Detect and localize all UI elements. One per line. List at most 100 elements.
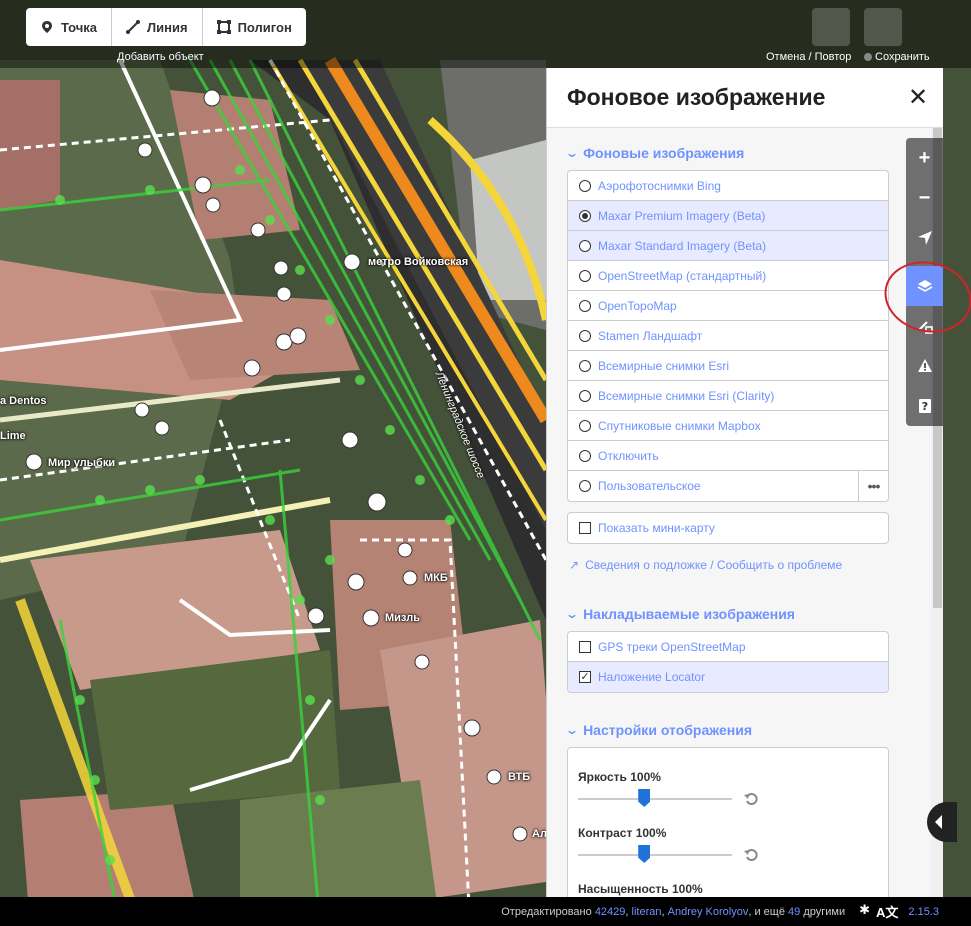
top-toolbar: Точка Линия Полигон Добавить объект Отме… xyxy=(0,0,971,68)
radio-button[interactable] xyxy=(579,419,591,432)
background-item-esri-clarity[interactable]: Всемирные снимки Esri (Clarity) xyxy=(568,381,888,411)
background-item-opentopomap[interactable]: OpenTopoMap xyxy=(568,291,888,321)
attribution-prefix: Отредактировано xyxy=(501,905,592,918)
checkbox[interactable] xyxy=(579,522,591,534)
saturation-value: 100% xyxy=(672,882,703,896)
slider-thumb[interactable] xyxy=(638,845,651,863)
display-options: Яркость 100% Контраст 100% Насыщенность … xyxy=(567,747,889,897)
external-link-icon: ↗ xyxy=(569,558,580,572)
layer-label: OpenStreetMap (стандартный) xyxy=(598,268,767,283)
bug-icon[interactable]: ✱ xyxy=(859,902,870,921)
chevron-down-icon: ⌄ xyxy=(564,723,580,737)
add-point-label: Точка xyxy=(61,19,98,35)
footer-bar: Отредактировано 42429, literan, Andrey K… xyxy=(0,897,971,926)
attribution-suffix: другими xyxy=(803,905,846,918)
background-layer-list: Аэрофотоснимки Bing Maxar Premium Imager… xyxy=(567,170,889,502)
background-item-stamen[interactable]: Stamen Ландшафт xyxy=(568,321,888,351)
save-button[interactable] xyxy=(864,8,902,46)
reset-icon[interactable] xyxy=(744,848,758,862)
map-label-dentos[interactable]: a Dentos xyxy=(0,395,46,407)
layer-label: Stamen Ландшафт xyxy=(598,328,703,343)
zoom-out-icon[interactable]: − xyxy=(906,178,943,218)
background-item-maxar-premium[interactable]: Maxar Premium Imagery (Beta) xyxy=(568,201,888,231)
overlay-item-locator[interactable]: ✓ Наложение Locator xyxy=(568,662,888,692)
background-item-custom[interactable]: Пользовательское ••• xyxy=(568,471,888,501)
polygon-icon xyxy=(216,20,231,34)
language-icon[interactable]: A文 xyxy=(876,902,898,921)
minimap-toggle[interactable]: Показать мини-карту xyxy=(568,513,888,543)
display-section-toggle[interactable]: ⌄ Настройки отображения xyxy=(547,718,943,742)
contributor-count-link[interactable]: 49 xyxy=(788,906,800,918)
contrast-label-text: Контраст xyxy=(578,826,633,840)
saturation-label-text: Насыщенность xyxy=(578,882,669,896)
map-label-mizl[interactable]: Мизль xyxy=(385,612,420,624)
layer-label: Maxar Premium Imagery (Beta) xyxy=(598,208,766,223)
background-item-esri[interactable]: Всемирные снимки Esri xyxy=(568,351,888,381)
map-label-lime[interactable]: Lime xyxy=(0,430,26,442)
overlay-item-gps[interactable]: GPS треки OpenStreetMap xyxy=(568,632,888,662)
undo-button[interactable] xyxy=(812,8,850,46)
map-label-smile[interactable]: Мир улыбки xyxy=(48,457,115,469)
layer-label: Аэрофотоснимки Bing xyxy=(598,178,721,193)
saturation-label: Насыщенность 100% xyxy=(578,882,878,896)
contributor-link[interactable]: Andrey Korolyov xyxy=(668,906,749,918)
add-area-label: Полигон xyxy=(237,19,292,35)
contrast-slider[interactable] xyxy=(578,845,732,863)
radio-button[interactable] xyxy=(579,359,591,372)
add-area-button[interactable]: Полигон xyxy=(203,8,306,46)
background-item-mapbox[interactable]: Спутниковые снимки Mapbox xyxy=(568,411,888,441)
radio-button[interactable] xyxy=(579,389,591,402)
version-link[interactable]: 2.15.3 xyxy=(908,906,939,918)
radio-button[interactable] xyxy=(579,480,591,492)
reset-icon[interactable] xyxy=(744,792,758,806)
brightness-value: 100% xyxy=(630,770,661,784)
radio-button[interactable] xyxy=(579,299,591,312)
checkbox-checked[interactable]: ✓ xyxy=(579,671,591,683)
brightness-label-text: Яркость xyxy=(578,770,627,784)
radio-button[interactable] xyxy=(579,179,591,192)
separator: , xyxy=(661,905,665,918)
background-section-toggle[interactable]: ⌄ Фоновые изображения xyxy=(547,141,943,165)
background-item-maxar-standard[interactable]: Maxar Standard Imagery (Beta) xyxy=(568,231,888,261)
contributor-link[interactable]: literan xyxy=(632,906,662,918)
background-item-osm[interactable]: OpenStreetMap (стандартный) xyxy=(568,261,888,291)
chevron-down-icon: ⌄ xyxy=(564,146,580,160)
background-section-title: Фоновые изображения xyxy=(583,145,745,161)
radio-button[interactable] xyxy=(579,269,591,282)
contributor-link[interactable]: 42429 xyxy=(595,906,626,918)
map-label-mkb[interactable]: МКБ xyxy=(424,572,448,584)
radio-button[interactable] xyxy=(579,449,591,462)
map-label-metro[interactable]: метро Войковская xyxy=(368,256,468,268)
add-point-button[interactable]: Точка xyxy=(26,8,113,46)
background-info-link[interactable]: ↗ Сведения о подложке / Сообщить о пробл… xyxy=(569,558,943,572)
undo-redo-label: Отмена / Повтор xyxy=(766,51,852,63)
background-item-none[interactable]: Отключить xyxy=(568,441,888,471)
contrast-label: Контраст 100% xyxy=(578,826,878,840)
overlay-section-title: Накладываемые изображения xyxy=(583,606,795,622)
close-icon[interactable]: ✕ xyxy=(903,83,933,112)
radio-button[interactable] xyxy=(579,329,591,342)
zoom-in-icon[interactable]: + xyxy=(906,138,943,178)
point-icon xyxy=(42,21,52,33)
radio-button-selected[interactable] xyxy=(579,209,591,222)
more-options-icon[interactable]: ••• xyxy=(858,471,888,501)
map-label-al[interactable]: Ал xyxy=(532,828,547,840)
checkbox[interactable] xyxy=(579,640,591,653)
brightness-slider[interactable] xyxy=(578,789,732,807)
overlay-section-toggle[interactable]: ⌄ Накладываемые изображения xyxy=(547,602,943,626)
chevron-down-icon: ⌄ xyxy=(564,607,580,621)
slider-thumb[interactable] xyxy=(638,789,651,807)
help-icon[interactable]: ? xyxy=(906,386,943,426)
layer-label: Пользовательское xyxy=(598,479,701,493)
geolocate-icon[interactable] xyxy=(906,218,943,258)
map-label-vtb[interactable]: ВТБ xyxy=(508,771,530,783)
radio-button[interactable] xyxy=(579,239,591,252)
issues-icon[interactable] xyxy=(906,346,943,386)
layer-label: OpenTopoMap xyxy=(598,298,677,313)
add-line-button[interactable]: Линия xyxy=(112,8,203,46)
brightness-label: Яркость 100% xyxy=(578,770,878,784)
layer-label: Спутниковые снимки Mapbox xyxy=(598,418,761,433)
background-item-bing[interactable]: Аэрофотоснимки Bing xyxy=(568,171,888,201)
layer-label: Всемирные снимки Esri (Clarity) xyxy=(598,388,775,403)
overlay-layer-list: GPS треки OpenStreetMap ✓ Наложение Loca… xyxy=(567,631,889,693)
